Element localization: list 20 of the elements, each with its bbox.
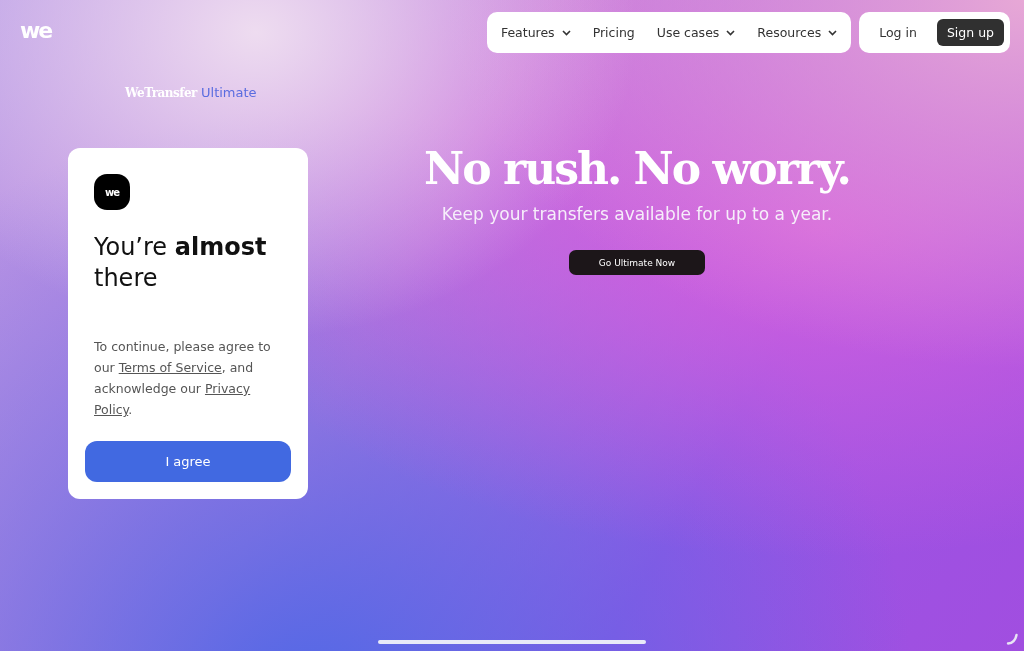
chevron-down-icon [561, 29, 571, 36]
hero-title: No rush. No worry. [424, 143, 850, 194]
consent-text: To continue, please agree to our Terms of Service, and acknowledge our Privacy Policy. [94, 338, 272, 419]
hero-subtitle: Keep your transfers available for up to a year. [441, 204, 833, 224]
agree-button[interactable]: I agree [85, 441, 291, 482]
nav-link[interactable]: Use cases [656, 25, 736, 40]
nav-link[interactable]: Resources [757, 25, 838, 40]
chevron-down-icon [828, 29, 838, 36]
signup-button[interactable]: Sign up [936, 19, 1004, 46]
brand-label: WeTransfer Ultimate [125, 85, 258, 100]
card-heading: You’re almost there [94, 232, 268, 294]
chevron-down-icon [726, 29, 736, 36]
login-link[interactable]: Log in [879, 25, 917, 40]
nav-link[interactable]: Features [500, 25, 571, 40]
policy-link[interactable]: Terms of Service [118, 360, 222, 375]
logo-badge: we [94, 174, 130, 210]
policy-link[interactable]: Privacy [204, 381, 251, 396]
cta-button[interactable]: Go Ultimate Now [568, 250, 706, 275]
nav-link[interactable]: Pricing [592, 25, 635, 40]
resize-handle-icon [1006, 633, 1018, 645]
